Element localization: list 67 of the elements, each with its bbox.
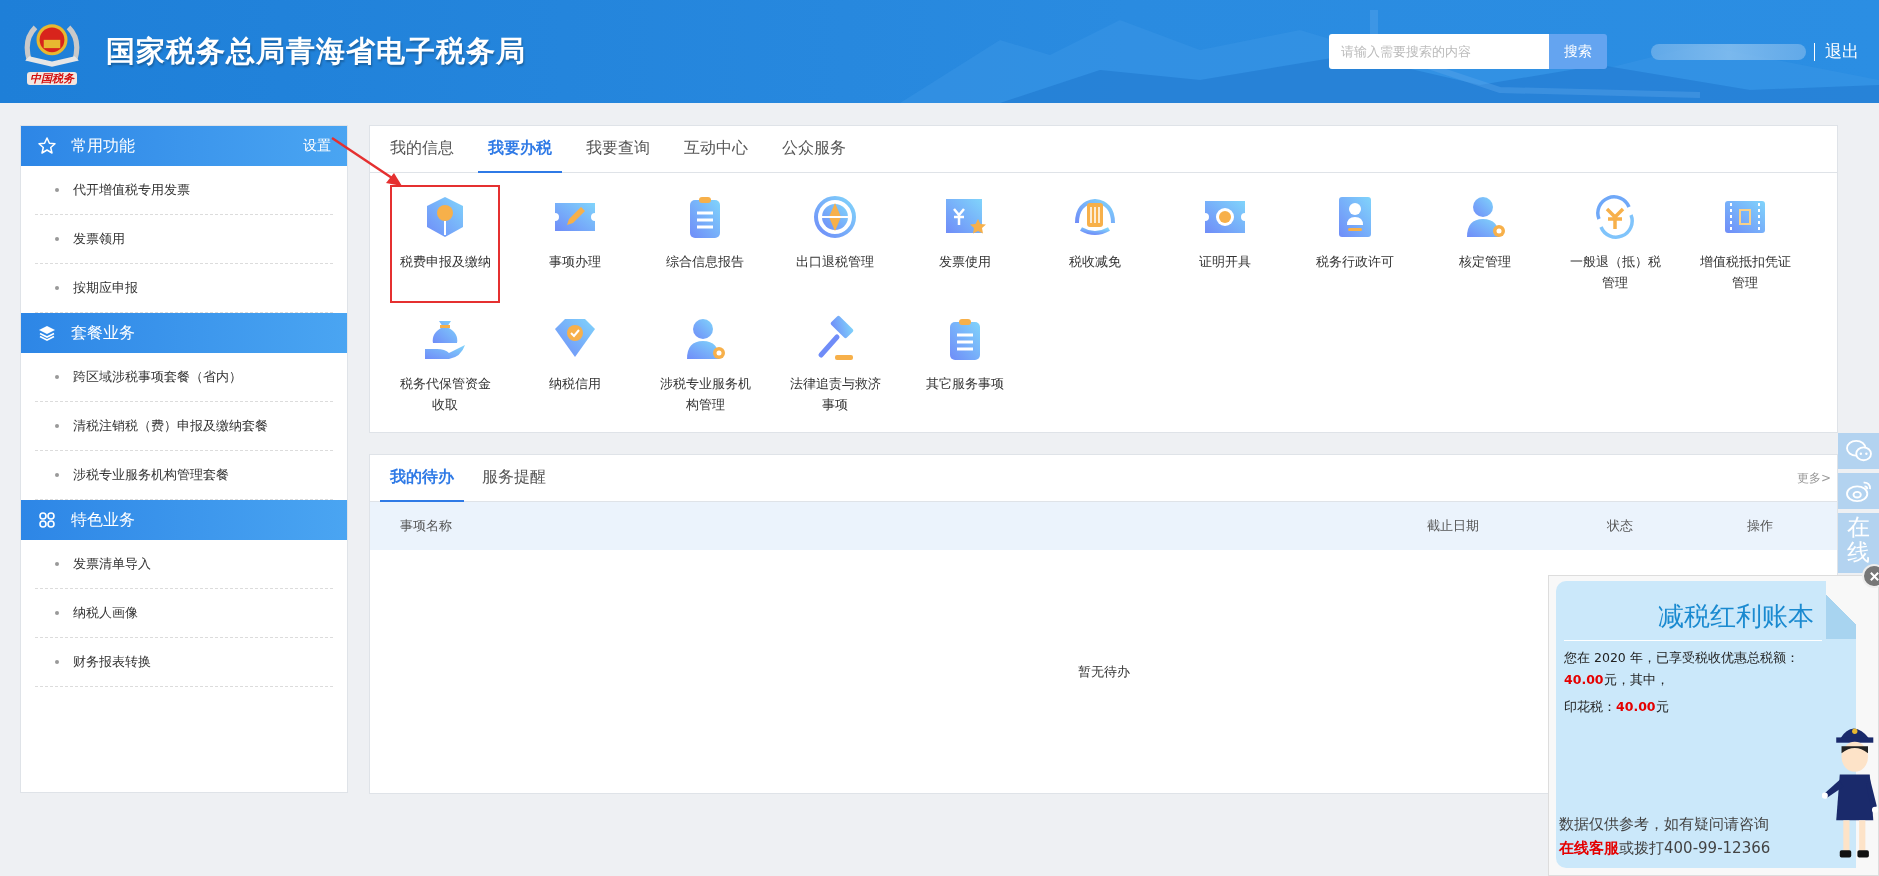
column-header: 操作 <box>1747 517 1774 535</box>
service-item[interactable]: 综合信息报告 <box>650 185 760 303</box>
service-item[interactable]: 发票使用 <box>910 185 1020 303</box>
bullet-icon <box>55 473 59 477</box>
popup-text: 40.00元，其中， <box>1564 671 1670 689</box>
layers-icon <box>37 323 57 343</box>
service-item[interactable]: 涉税专业服务机构管理 <box>650 307 760 425</box>
sidebar-item[interactable]: 代开增值税专用发票 <box>73 181 190 199</box>
sidebar-item[interactable]: 纳税人画像 <box>73 604 138 622</box>
search-field[interactable]: 请输入需要搜索的内容 <box>1328 34 1549 69</box>
service-item[interactable]: 其它服务事项 <box>910 307 1020 425</box>
site-title: 国家税务总局青海省电子税务局 <box>106 32 526 70</box>
section-title: 套餐业务 <box>71 322 136 344</box>
column-header: 截止日期 <box>1427 517 1480 535</box>
service-item[interactable]: 税费申报及缴纳 <box>390 185 500 303</box>
sidebar-item[interactable]: 发票清单导入 <box>73 555 151 573</box>
tab[interactable]: 我要查询 <box>576 126 660 173</box>
bullet-icon <box>55 375 59 379</box>
tab[interactable]: 我的信息 <box>380 126 464 173</box>
sidebar-item[interactable]: 发票领用 <box>73 230 125 248</box>
close-button[interactable] <box>1862 564 1879 588</box>
column-header: 事项名称 <box>400 517 453 535</box>
tab[interactable]: 互动中心 <box>674 126 758 173</box>
service-item[interactable]: 法律追责与救济事项 <box>780 307 890 425</box>
column-header: 状态 <box>1607 517 1634 535</box>
service-item[interactable]: 事项办理 <box>520 185 630 303</box>
popup-footer-text: 数据仅供参考，如有疑问请咨询 <box>1559 814 1770 835</box>
section-title: 特色业务 <box>71 509 136 531</box>
chat-button[interactable] <box>1838 433 1879 469</box>
sidebar-item[interactable]: 涉税专业服务机构管理套餐 <box>73 466 229 484</box>
close-icon <box>1868 570 1879 582</box>
sidebar-item[interactable]: 按期应申报 <box>73 279 138 297</box>
tab[interactable]: 服务提醒 <box>472 455 556 502</box>
service-item[interactable]: 税收减免 <box>1040 185 1150 303</box>
bullet-icon <box>55 188 59 192</box>
star-icon <box>37 136 57 156</box>
sidebar-item[interactable]: 跨区域涉税事项套餐（省内） <box>73 368 242 386</box>
service-item[interactable]: 纳税信用 <box>520 307 630 425</box>
logo-caption: 中国税务 <box>27 71 77 86</box>
sidebar-item[interactable]: 清税注销税（费）申报及缴纳套餐 <box>73 417 268 435</box>
popup-text: 您在 2020 年，已享受税收优惠总税额： <box>1564 649 1800 667</box>
tab[interactable]: 我要办税 <box>478 126 562 173</box>
service-item[interactable]: 税务行政许可 <box>1300 185 1410 303</box>
popup-footer-text: 在线客服或拨打400-99-12366 <box>1559 838 1771 859</box>
bullet-icon <box>55 286 59 290</box>
section-title: 常用功能 <box>71 135 136 157</box>
empty-message: 暂无待办 <box>1077 662 1130 681</box>
service-item[interactable]: 核定管理 <box>1430 185 1540 303</box>
service-item[interactable]: 出口退税管理 <box>780 185 890 303</box>
wechat-icon <box>1844 439 1873 463</box>
popup-text: 印花税：40.00元 <box>1564 698 1670 716</box>
bullet-icon <box>55 562 59 566</box>
bullet-icon <box>55 660 59 664</box>
grid-icon <box>37 510 57 530</box>
sidebar-item[interactable]: 财务报表转换 <box>73 653 151 671</box>
share-button[interactable] <box>1838 473 1879 509</box>
globe-icon <box>811 193 859 241</box>
service-item[interactable]: 一般退（抵）税管理 <box>1560 185 1670 303</box>
weibo-icon <box>1844 479 1873 503</box>
service-item[interactable]: 增值税抵扣凭证管理 <box>1690 185 1800 303</box>
bullet-icon <box>55 424 59 428</box>
tab[interactable]: 公众服务 <box>772 126 856 173</box>
service-item[interactable]: 证明开具 <box>1170 185 1280 303</box>
bullet-icon <box>55 237 59 241</box>
popup-title: 减税红利账本 <box>1657 600 1815 633</box>
service-item[interactable]: 税务代保管资金收取 <box>390 307 500 425</box>
bullet-icon <box>55 611 59 615</box>
